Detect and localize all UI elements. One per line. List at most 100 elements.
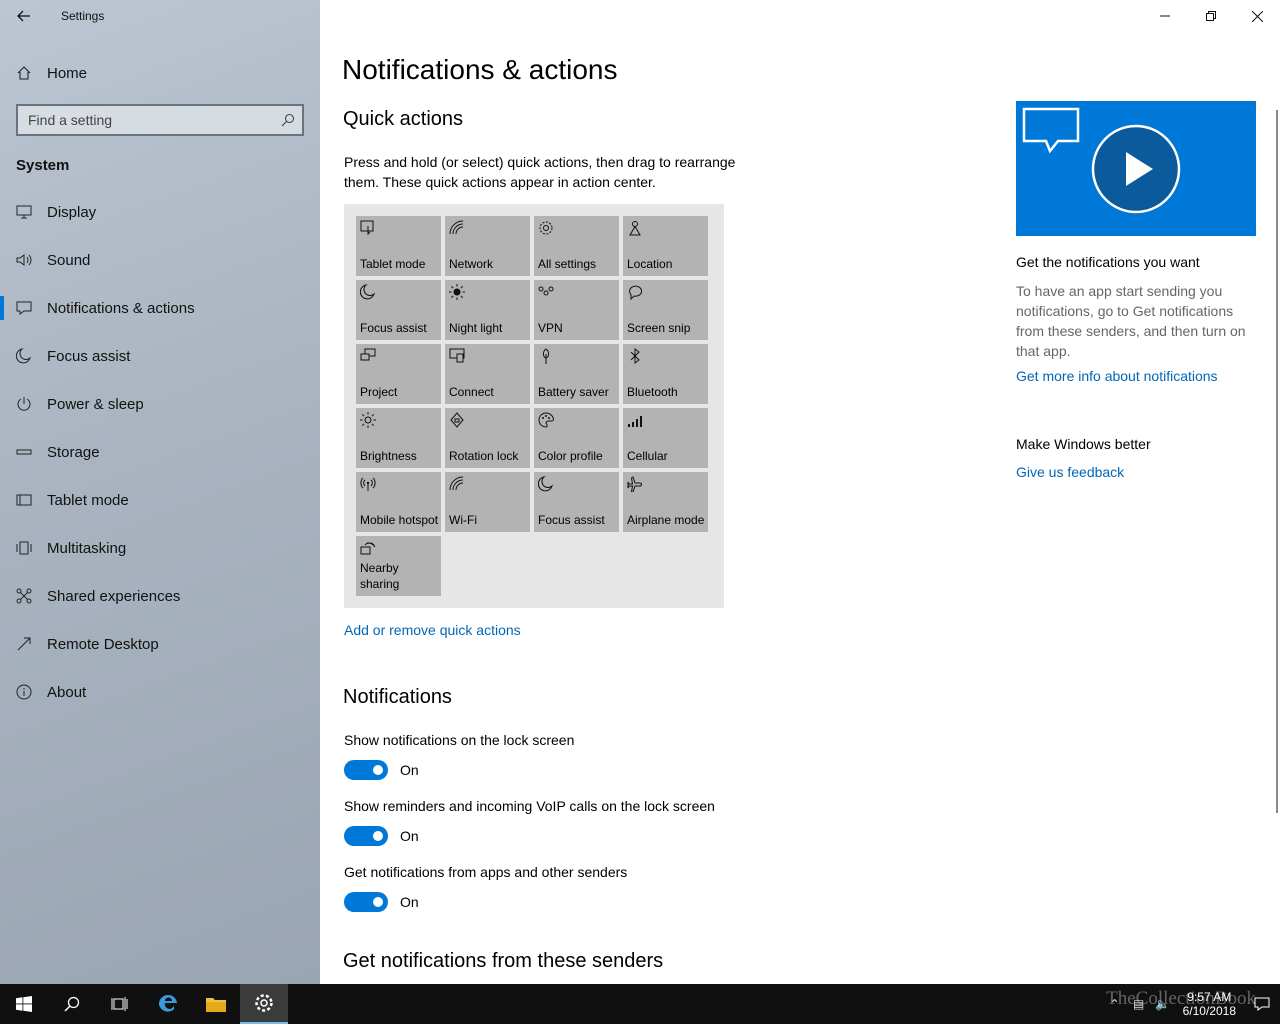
windows-logo-icon — [16, 996, 32, 1012]
quick-action-project[interactable]: Project — [356, 344, 441, 404]
edge-browser-icon — [158, 994, 177, 1012]
sidebar-item-label: Remote Desktop — [47, 635, 159, 653]
search-icon[interactable] — [274, 113, 302, 127]
tile-label: Brightness — [360, 449, 417, 463]
quick-action-tablet-mode[interactable]: Tablet mode — [356, 216, 441, 276]
sidebar-item-about[interactable]: About — [0, 668, 320, 716]
sidebar-item-multitasking[interactable]: Multitasking — [0, 524, 320, 572]
quick-action-color-profile[interactable]: Color profile — [534, 408, 619, 468]
notifications-heading: Notifications — [343, 686, 452, 708]
setting-label: Show reminders and incoming VoIP calls o… — [344, 798, 715, 814]
speaker-icon — [16, 252, 32, 268]
quick-action-rotation-lock[interactable]: Rotation lock — [445, 408, 530, 468]
quick-action-wifi[interactable]: Wi-Fi — [445, 472, 530, 532]
quick-action-battery-saver[interactable]: Battery saver — [534, 344, 619, 404]
hotspot-icon — [360, 476, 376, 492]
cellular-icon — [627, 412, 643, 428]
sidebar-item-storage[interactable]: Storage — [0, 428, 320, 476]
quick-action-brightness[interactable]: Brightness — [356, 408, 441, 468]
title-bar: Settings — [0, 0, 320, 32]
tile-label: Bluetooth — [627, 385, 678, 399]
tile-label: Tablet mode — [360, 257, 426, 271]
tile-label: Nearby sharing — [360, 561, 400, 591]
sidebar-item-label: About — [47, 683, 87, 701]
reminders-voip-toggle[interactable] — [344, 826, 388, 846]
sidebar-item-display[interactable]: Display — [0, 188, 320, 236]
brightness-icon — [360, 412, 376, 428]
start-button[interactable] — [0, 984, 48, 1024]
feedback-title: Make Windows better — [1016, 436, 1151, 452]
quick-action-focus-assist-2[interactable]: Focus assist — [534, 472, 619, 532]
more-info-link[interactable]: Get more info about notifications — [1016, 368, 1218, 384]
sidebar-item-home[interactable]: Home — [0, 56, 320, 90]
sidebar-item-tablet-mode[interactable]: Tablet mode — [0, 476, 320, 524]
feedback-link[interactable]: Give us feedback — [1016, 464, 1124, 480]
sidebar-item-shared-experiences[interactable]: Shared experiences — [0, 572, 320, 620]
quick-action-network[interactable]: Network — [445, 216, 530, 276]
storage-icon — [16, 444, 32, 460]
home-icon — [16, 65, 32, 81]
sidebar-item-remote-desktop[interactable]: Remote Desktop — [0, 620, 320, 668]
tile-label: Rotation lock — [449, 449, 519, 463]
scrollbar[interactable] — [1276, 110, 1278, 813]
setting-label: Show notifications on the lock screen — [344, 732, 575, 748]
settings-app-button[interactable] — [240, 984, 288, 1024]
file-explorer-button[interactable] — [192, 984, 240, 1024]
remote-icon — [16, 636, 32, 652]
restore-button[interactable] — [1188, 0, 1234, 32]
main-content: Notifications & actions Quick actions Pr… — [320, 0, 1280, 984]
shared-icon — [16, 588, 32, 604]
quick-action-vpn[interactable]: VPN — [534, 280, 619, 340]
network-icon — [449, 220, 465, 236]
moon-icon — [359, 284, 376, 300]
sidebar-item-label: Multitasking — [47, 539, 127, 557]
page-title: Notifications & actions — [342, 54, 618, 85]
power-icon — [16, 396, 32, 412]
search-input[interactable] — [18, 112, 274, 128]
sidebar-item-focus-assist[interactable]: Focus assist — [0, 332, 320, 380]
connect-icon — [449, 348, 465, 364]
quick-action-all-settings[interactable]: All settings — [534, 216, 619, 276]
search-box[interactable] — [16, 104, 304, 136]
quick-action-cellular[interactable]: Cellular — [623, 408, 708, 468]
search-button[interactable] — [48, 984, 96, 1024]
tile-label: Screen snip — [627, 321, 691, 335]
sidebar-item-label: Power & sleep — [47, 395, 144, 413]
sidebar-item-sound[interactable]: Sound — [0, 236, 320, 284]
sidebar-item-power[interactable]: Power & sleep — [0, 380, 320, 428]
notifications-video[interactable] — [1016, 101, 1256, 236]
sidebar-item-notifications[interactable]: Notifications & actions — [0, 284, 320, 332]
back-arrow-icon — [17, 10, 30, 22]
task-view-icon — [111, 997, 128, 1011]
tile-label: Focus assist — [360, 321, 427, 335]
tile-label: All settings — [538, 257, 597, 271]
airplane-icon — [627, 476, 643, 493]
task-view-button[interactable] — [96, 984, 144, 1024]
minimize-button[interactable] — [1142, 0, 1188, 32]
close-button[interactable] — [1234, 0, 1280, 32]
quick-action-connect[interactable]: Connect — [445, 344, 530, 404]
quick-action-nearby-sharing[interactable]: Nearby sharing — [356, 536, 441, 596]
quick-action-bluetooth[interactable]: Bluetooth — [623, 344, 708, 404]
quick-action-airplane-mode[interactable]: Airplane mode — [623, 472, 708, 532]
quick-action-mobile-hotspot[interactable]: Mobile hotspot — [356, 472, 441, 532]
back-button[interactable] — [0, 0, 48, 32]
search-icon — [64, 996, 80, 1012]
edge-button[interactable] — [144, 984, 192, 1024]
quick-action-location[interactable]: Location — [623, 216, 708, 276]
quick-action-night-light[interactable]: Night light — [445, 280, 530, 340]
play-icon[interactable] — [1091, 124, 1181, 214]
tile-label: Focus assist — [538, 513, 605, 527]
tile-label: Color profile — [538, 449, 603, 463]
quick-action-focus-assist[interactable]: Focus assist — [356, 280, 441, 340]
app-notifications-toggle[interactable] — [344, 892, 388, 912]
add-remove-quick-actions-link[interactable]: Add or remove quick actions — [344, 622, 521, 638]
quick-action-screen-snip[interactable]: Screen snip — [623, 280, 708, 340]
folder-icon — [206, 998, 226, 1012]
tile-label: Wi-Fi — [449, 513, 477, 527]
section-label: System — [16, 157, 70, 174]
toggle-state: On — [400, 762, 419, 778]
lock-screen-notifications-toggle[interactable] — [344, 760, 388, 780]
sidebar-item-label: Focus assist — [47, 347, 131, 365]
quick-actions-heading: Quick actions — [343, 108, 464, 130]
